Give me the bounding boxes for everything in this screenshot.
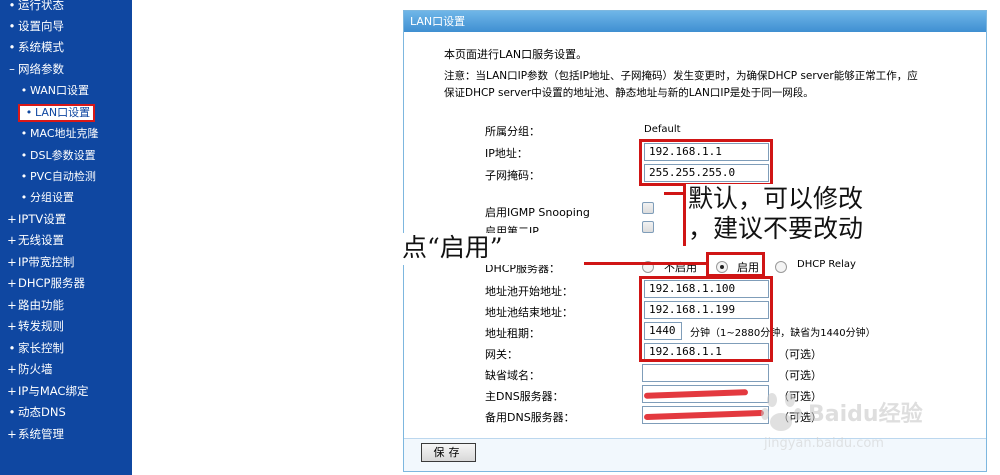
sidebar-menu: • 运行状态 • 设置向导 • 系统模式 – 网络参数 • WAN口设置 • LAN口设置 …: [0, 0, 132, 475]
intro-text: 本页面进行LAN口服务设置。: [444, 48, 588, 61]
sidebar-item-routing[interactable]: +路由功能: [0, 295, 132, 316]
sidebar-item-ddns[interactable]: • 动态DNS: [0, 402, 132, 423]
sidebar-item-dhcp[interactable]: +DHCP服务器: [0, 273, 132, 294]
watermark-url: jingyan.baidu.com: [764, 436, 884, 451]
default-note-line-2: ，建议不要改动: [688, 214, 864, 243]
sidebar-item-dsl[interactable]: • DSL参数设置: [0, 145, 132, 166]
dhcp-fields-highlight-box: [639, 276, 773, 362]
ip-address-label: IP地址：: [485, 147, 528, 160]
gateway-optional: （可选）: [778, 348, 822, 361]
pool-start-label: 地址池开始地址：: [485, 285, 573, 298]
save-button[interactable]: 保存: [421, 443, 476, 462]
note-line-2: 保证DHCP server中设置的地址池、静态地址与新的LAN口IP是处于同一网…: [444, 87, 814, 99]
domain-label: 缺省域名：: [485, 369, 540, 382]
igmp-snooping-label: 启用IGMP Snooping: [485, 206, 590, 219]
secondary-dns-label: 备用DNS服务器：: [485, 411, 575, 424]
sidebar-item-pvc[interactable]: • PVC自动检测: [0, 166, 132, 187]
click-enable-callout: 点“启用”: [402, 233, 582, 265]
sidebar-item-group[interactable]: • 分组设置: [0, 187, 132, 208]
dhcp-enable-highlight-box: [706, 252, 765, 277]
note-line-1: 注意：当LAN口IP参数（包括IP地址、子网掩码）发生变更时，为确保DHCP s…: [444, 70, 918, 82]
dhcp-relay-radio[interactable]: [775, 261, 787, 273]
sidebar-item-running-status[interactable]: • 运行状态: [0, 0, 132, 16]
sidebar-item-iptv[interactable]: +IPTV设置: [0, 209, 132, 230]
panel-title: LAN口设置: [404, 11, 986, 32]
group-value: Default: [644, 124, 681, 135]
second-ip-checkbox[interactable]: [642, 221, 654, 233]
default-note-line-1: 默认，可以修改: [688, 184, 864, 213]
gateway-label: 网关：: [485, 348, 518, 361]
group-label: 所属分组：: [485, 125, 540, 138]
domain-input[interactable]: [642, 364, 769, 382]
sidebar-item-firewall[interactable]: +防火墙: [0, 359, 132, 380]
sidebar-item-wan[interactable]: • WAN口设置: [0, 80, 132, 101]
ip-mask-highlight-box: [639, 139, 773, 186]
igmp-snooping-checkbox[interactable]: [642, 202, 654, 214]
default-note-callout: 默认，可以修改 ，建议不要改动: [683, 184, 901, 246]
sidebar-item-forwarding[interactable]: +转发规则: [0, 316, 132, 337]
sidebar-item-lan[interactable]: • LAN口设置: [0, 102, 132, 123]
dhcp-relay-label: DHCP Relay: [797, 259, 856, 270]
sidebar-item-wireless[interactable]: +无线设置: [0, 230, 132, 251]
pool-end-label: 地址池结束地址：: [485, 306, 573, 319]
subnet-mask-label: 子网掩码：: [485, 169, 540, 182]
sidebar-item-mac-clone[interactable]: • MAC地址克隆: [0, 123, 132, 144]
click-enable-arrow: [584, 262, 707, 265]
primary-dns-label: 主DNS服务器：: [485, 390, 564, 403]
sidebar-item-parental[interactable]: • 家长控制: [0, 338, 132, 359]
lease-label: 地址租期：: [485, 327, 540, 340]
sidebar-item-bandwidth[interactable]: +IP带宽控制: [0, 252, 132, 273]
sidebar-item-system-mode[interactable]: • 系统模式: [0, 37, 132, 58]
sidebar-item-setup-wizard[interactable]: • 设置向导: [0, 16, 132, 37]
watermark-brand: Baidu经验: [808, 402, 923, 427]
domain-optional: （可选）: [778, 369, 822, 382]
baidu-watermark: Baidu经验 jingyan.baidu.com: [760, 390, 960, 460]
default-note-connector: [664, 192, 686, 195]
sidebar-item-network-params[interactable]: – 网络参数: [0, 59, 132, 80]
sidebar-item-ip-mac-binding[interactable]: +IP与MAC绑定: [0, 381, 132, 402]
sidebar-item-lan-highlight: • LAN口设置: [18, 104, 96, 122]
sidebar-item-system-admin[interactable]: +系统管理: [0, 424, 132, 445]
paw-icon: [761, 393, 802, 431]
